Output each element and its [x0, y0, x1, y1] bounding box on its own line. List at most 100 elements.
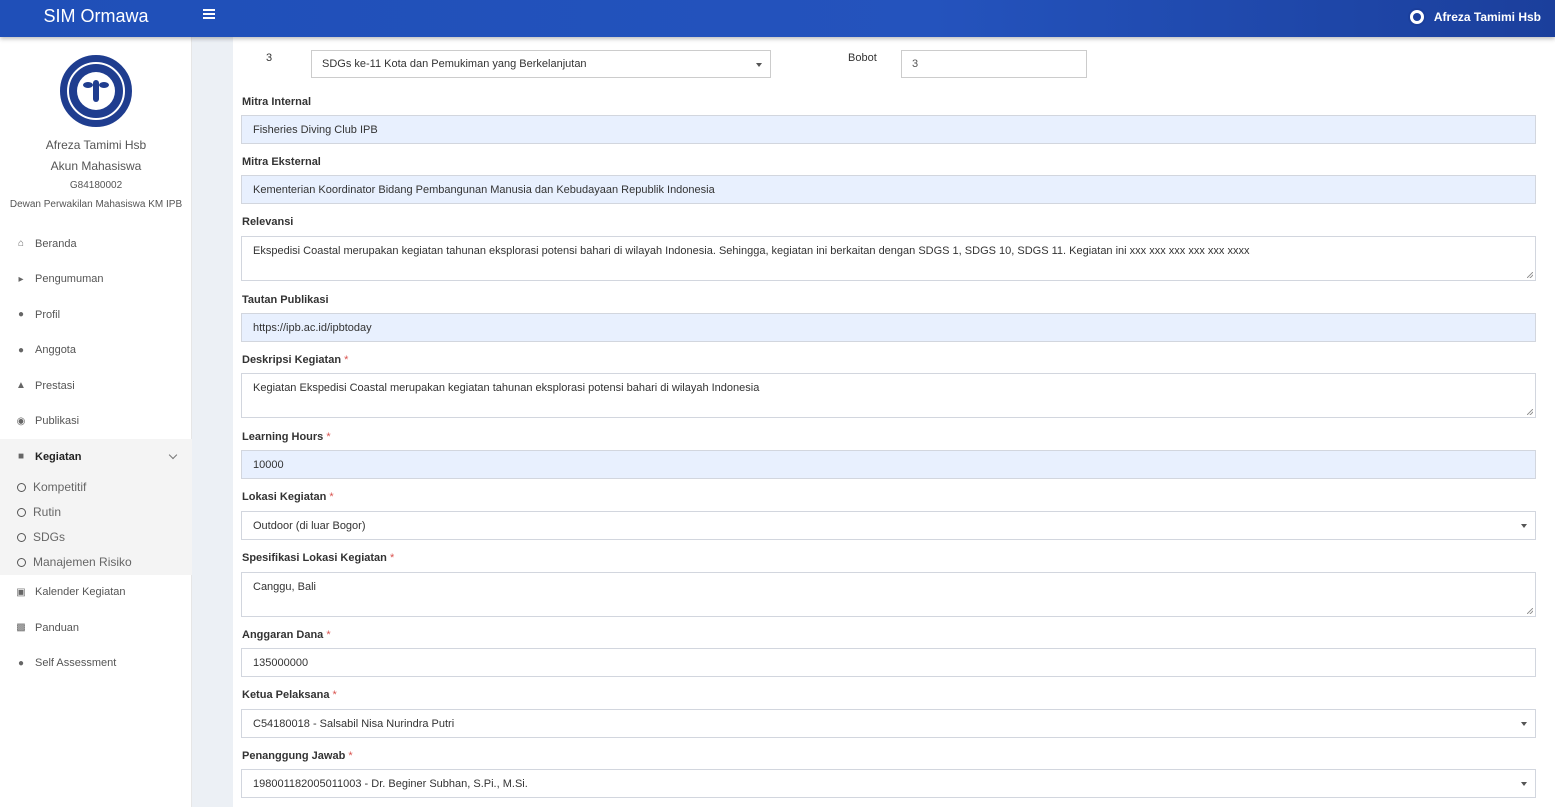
sidebar-item-self-assessment[interactable]: ● Self Assessment [0, 646, 192, 682]
sidebar-item-label: Publikasi [35, 415, 80, 428]
mitra-internal-label: Mitra Internal [242, 96, 312, 108]
user-name: Afreza Tamimi Hsb [1433, 10, 1541, 24]
relevansi-textarea[interactable]: Ekspedisi Coastal merupakan kegiatan tah… [241, 236, 1536, 281]
tautan-publikasi-label: Tautan Publikasi [242, 294, 329, 306]
profile-organization: Dewan Perwakilan Mahasiswa KM IPB [9, 199, 183, 210]
mitra-internal-value: Fisheries Diving Club IPB [253, 123, 378, 136]
sidebar-item-panduan[interactable]: ▩ Panduan [0, 610, 192, 646]
form-panel: 3 SDGs ke-11 Kota dan Pemukiman yang Ber… [233, 37, 1555, 807]
sidebar-item-kalender-kegiatan[interactable]: ▣ Kalender Kegiatan [0, 575, 192, 611]
book-icon: ▩ [16, 622, 26, 634]
hamburger-icon[interactable] [203, 9, 215, 21]
submenu-item-kompetitif[interactable]: Kompetitif [0, 475, 192, 500]
profile-info: Afreza Tamimi Hsb Akun Mahasiswa G841800… [0, 138, 192, 211]
sdg-select-value: SDGs ke-11 Kota dan Pemukiman yang Berke… [322, 58, 587, 70]
anggaran-dana-value: 135000000 [253, 656, 309, 669]
submenu-item-rutin[interactable]: Rutin [0, 500, 192, 525]
label-text: Ketua Pelaksana [242, 689, 330, 701]
app-title[interactable]: SIM Ormawa [0, 0, 192, 37]
required-marker: * [332, 689, 337, 701]
relevansi-value: Ekspedisi Coastal merupakan kegiatan tah… [253, 245, 1250, 257]
bullhorn-icon: ▸ [18, 273, 24, 285]
profile-role: Akun Mahasiswa [50, 159, 142, 173]
submenu-label: SDGs [33, 530, 66, 544]
sidebar-item-label: Prestasi [35, 379, 75, 392]
required-marker: * [389, 552, 395, 564]
profile-name: Afreza Tamimi Hsb [45, 138, 147, 152]
required-marker: * [329, 491, 334, 503]
ketua-pelaksana-select[interactable]: C54180018 - Salsabil Nisa Nurindra Putri [241, 709, 1536, 738]
ketua-pelaksana-value: C54180018 - Salsabil Nisa Nurindra Putri [253, 717, 455, 730]
sidebar-item-label: Self Assessment [35, 657, 117, 670]
label-text: Learning Hours [242, 431, 324, 443]
chevron-down-icon [168, 450, 178, 460]
mitra-internal-input[interactable]: Fisheries Diving Club IPB [241, 115, 1536, 144]
required-marker: * [326, 431, 331, 443]
submenu-label: Kompetitif [33, 480, 87, 494]
sidebar-item-beranda[interactable]: ⌂ Beranda [0, 226, 192, 262]
submenu-item-manajemen-risiko[interactable]: Manajemen Risiko [0, 550, 192, 575]
calendar-icon: ▣ [16, 586, 26, 598]
sidebar-item-label: Profil [35, 308, 61, 321]
bobot-label: Bobot [848, 52, 877, 64]
mitra-eksternal-label: Mitra Eksternal [242, 156, 321, 168]
deskripsi-kegiatan-textarea[interactable]: Kegiatan Ekspedisi Coastal merupakan keg… [241, 373, 1536, 418]
lokasi-kegiatan-select[interactable]: Outdoor (di luar Bogor) [241, 511, 1536, 540]
sidebar-item-label: Anggota [35, 344, 76, 357]
learning-hours-label: Learning Hours * [242, 431, 331, 443]
tautan-publikasi-input[interactable]: https://ipb.ac.id/ipbtoday [241, 313, 1536, 342]
label-text: Lokasi Kegiatan [242, 491, 327, 503]
sidebar-item-label: Kegiatan [35, 450, 82, 463]
required-marker: * [326, 629, 331, 641]
submenu-label: Rutin [33, 505, 62, 519]
label-text: Anggaran Dana [242, 629, 324, 641]
lokasi-kegiatan-label: Lokasi Kegiatan * [242, 491, 334, 503]
folder-icon: ■ [17, 451, 25, 463]
sdg-select[interactable]: SDGs ke-11 Kota dan Pemukiman yang Berke… [311, 50, 771, 78]
penanggung-jawab-select[interactable]: 198001182005011003 - Dr. Beginer Subhan,… [241, 769, 1536, 798]
label-text: Deskripsi Kegiatan [242, 354, 342, 366]
relevansi-label: Relevansi [242, 216, 294, 228]
spesifikasi-lokasi-textarea[interactable]: Canggu, Bali [241, 572, 1536, 617]
sidebar-item-label: Beranda [35, 237, 77, 250]
bobot-value: 3 [912, 58, 919, 70]
sidebar-item-kegiatan[interactable]: ■ Kegiatan [0, 439, 192, 475]
circle-icon [17, 532, 26, 542]
sidebar-item-publikasi[interactable]: ◉ Publikasi [0, 404, 192, 440]
learning-hours-value: 10000 [253, 458, 284, 471]
sidebar: Afreza Tamimi Hsb Akun Mahasiswa G841800… [0, 37, 192, 807]
label-text: Spesifikasi Lokasi Kegiatan [242, 552, 387, 564]
trophy-icon: ▲ [16, 380, 26, 392]
profile-nim: G84180002 [69, 180, 123, 191]
tautan-publikasi-value: https://ipb.ac.id/ipbtoday [253, 321, 372, 334]
anggaran-dana-label: Anggaran Dana * [242, 629, 331, 641]
deskripsi-kegiatan-label: Deskripsi Kegiatan * [242, 354, 348, 366]
home-icon: ⌂ [17, 238, 25, 250]
sidebar-item-label: Pengumuman [35, 273, 104, 286]
users-icon: ● [17, 344, 25, 356]
user-menu[interactable]: Afreza Tamimi Hsb [1407, 7, 1541, 27]
penanggung-jawab-label: Penanggung Jawab * [242, 750, 353, 762]
bobot-input[interactable]: 3 [901, 50, 1087, 78]
submenu-item-sdgs[interactable]: SDGs [0, 525, 192, 550]
university-logo [60, 55, 132, 127]
circle-icon [17, 507, 26, 517]
user-icon: ● [17, 309, 25, 321]
sidebar-item-anggota[interactable]: ● Anggota [0, 333, 192, 369]
sidebar-item-pengumuman[interactable]: ▸ Pengumuman [0, 262, 192, 298]
submenu-label: Manajemen Risiko [33, 555, 132, 569]
circle-icon [17, 557, 26, 567]
sidebar-item-label: Kalender Kegiatan [35, 586, 126, 599]
sidebar-item-profil[interactable]: ● Profil [0, 297, 192, 333]
sdg-row-number: 3 [266, 52, 273, 64]
user-icon: ● [17, 657, 25, 669]
ketua-pelaksana-label: Ketua Pelaksana * [242, 689, 337, 701]
kegiatan-submenu: Kompetitif Rutin SDGs Manajemen Risiko [0, 474, 192, 575]
mitra-eksternal-input[interactable]: Kementerian Koordinator Bidang Pembangun… [241, 175, 1536, 204]
circle-icon [17, 482, 26, 492]
sidebar-item-prestasi[interactable]: ▲ Prestasi [0, 368, 192, 404]
spesifikasi-lokasi-value: Canggu, Bali [253, 581, 316, 593]
learning-hours-input[interactable]: 10000 [241, 450, 1536, 479]
anggaran-dana-input[interactable]: 135000000 [241, 648, 1536, 677]
required-marker: * [344, 354, 349, 366]
